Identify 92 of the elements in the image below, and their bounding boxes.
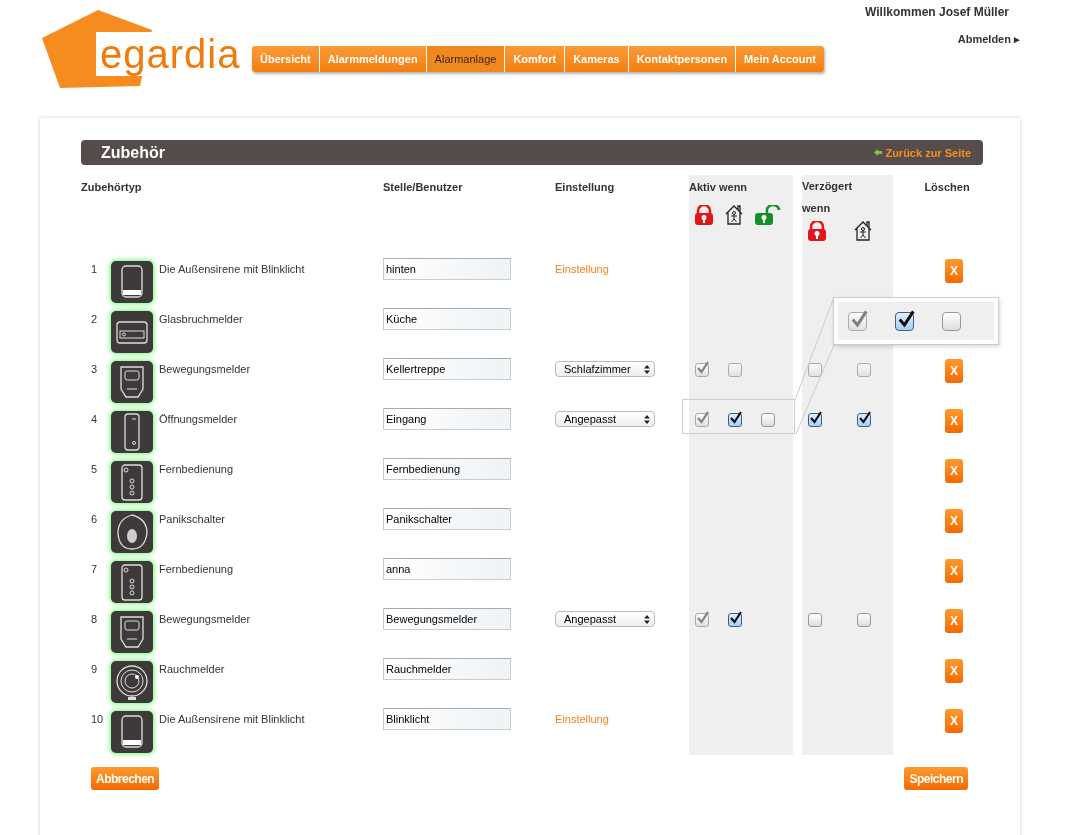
delete-button[interactable]: X <box>945 659 963 683</box>
device-name: Panikschalter <box>159 512 227 527</box>
row-number: 5 <box>90 462 99 477</box>
row-number: 10 <box>90 712 105 727</box>
checkbox[interactable] <box>857 613 871 627</box>
location-field[interactable]: Küche <box>383 308 511 330</box>
location-field[interactable]: anna <box>383 558 511 580</box>
location-field[interactable]: hinten <box>383 258 511 280</box>
row-number: 6 <box>90 512 99 527</box>
nav-tab[interactable]: Kameras <box>565 46 629 72</box>
checkbox[interactable] <box>808 613 822 627</box>
remote-device-icon <box>111 461 153 503</box>
row-number: 7 <box>90 562 99 577</box>
nav-tab[interactable]: Alarmanlage <box>426 46 506 72</box>
location-field[interactable]: Blinklicht <box>383 708 511 730</box>
updown-arrows-icon <box>644 614 650 624</box>
checkbox[interactable] <box>857 413 871 427</box>
column-header: Löschen <box>923 180 971 193</box>
delete-button[interactable]: X <box>945 409 963 433</box>
column-header: Stelle/Benutzer <box>383 180 464 195</box>
delete-button[interactable]: X <box>945 709 963 733</box>
nav-tab[interactable]: Übersicht <box>252 46 320 72</box>
cancel-button[interactable]: Abbrechen <box>91 767 160 790</box>
checkbox[interactable] <box>728 613 742 627</box>
checkbox[interactable] <box>808 413 822 427</box>
delete-button[interactable]: X <box>945 509 963 533</box>
nav-tab[interactable]: Mein Account <box>736 46 824 72</box>
location-field[interactable]: Rauchmelder <box>383 658 511 680</box>
location-field[interactable]: Eingang <box>383 408 511 430</box>
column-header: Aktiv wenn <box>689 180 749 193</box>
device-name: Fernbedienung <box>159 462 234 477</box>
nav-tab[interactable]: Alarmmeldungen <box>319 46 427 72</box>
row-number: 8 <box>90 612 99 627</box>
delete-button[interactable]: X <box>945 259 963 283</box>
location-field[interactable]: Bewegungsmelder <box>383 608 511 630</box>
smoke-device-icon <box>111 661 153 703</box>
device-name: Fernbedienung <box>159 562 234 577</box>
mode-dropdown[interactable]: Angepasst <box>555 611 655 627</box>
checkbox[interactable] <box>942 311 961 331</box>
delete-button[interactable]: X <box>945 359 963 383</box>
row-number: 9 <box>90 662 99 677</box>
device-name: Bewegungsmelder <box>159 612 252 627</box>
motion-device-icon <box>111 361 153 403</box>
row-number: 1 <box>90 262 99 277</box>
device-name: Glasbruchmelder <box>159 312 244 327</box>
lock-icon <box>808 221 826 241</box>
row-number: 4 <box>90 412 99 427</box>
row-number: 3 <box>90 362 99 377</box>
contact-device-icon <box>111 411 153 453</box>
device-name: Rauchmelder <box>159 662 226 677</box>
location-field[interactable]: Fernbedienung <box>383 458 511 480</box>
motion-device-icon <box>111 611 153 653</box>
settings-link[interactable]: Einstellung <box>555 705 689 725</box>
welcome-text: Willkommen Josef Müller <box>865 5 1009 19</box>
nav-tab[interactable]: Komfort <box>505 46 566 72</box>
row-number: 2 <box>90 312 99 327</box>
updown-arrows-icon <box>644 364 650 374</box>
device-name: Die Außensirene mit Blinklicht <box>159 262 306 277</box>
location-field[interactable]: Kellertreppe <box>383 358 511 380</box>
mode-dropdown[interactable]: Angepasst <box>555 411 655 427</box>
siren-device-icon <box>111 711 153 753</box>
column-header: Zubehörtyp <box>81 180 143 195</box>
updown-arrows-icon <box>644 414 650 424</box>
logo: egardia <box>96 32 243 76</box>
back-link[interactable]: Zurück zur Seite <box>874 146 971 159</box>
logout-link[interactable]: Abmelden ▸ <box>957 33 1020 46</box>
delete-button[interactable]: X <box>945 459 963 483</box>
device-name: Die Außensirene mit Blinklicht <box>159 712 306 727</box>
column-header: Einstellung <box>555 180 616 195</box>
device-name: Bewegungsmelder <box>159 362 252 377</box>
checkbox[interactable] <box>895 311 914 331</box>
house-icon <box>725 205 743 225</box>
delete-button[interactable]: X <box>945 559 963 583</box>
save-button[interactable]: Speichern <box>904 767 968 790</box>
panic-device-icon <box>111 511 153 553</box>
checkbox[interactable] <box>728 413 742 427</box>
column-header: Verzögert wenn <box>802 179 854 216</box>
location-field[interactable]: Panikschalter <box>383 508 511 530</box>
unlock-icon <box>755 205 781 225</box>
arrow-icon <box>874 149 883 156</box>
mode-dropdown[interactable]: Schlafzimmer <box>555 361 655 377</box>
glass-device-icon <box>111 311 153 353</box>
checkbox[interactable] <box>761 413 775 427</box>
nav-tab[interactable]: Kontaktpersonen <box>628 46 737 72</box>
settings-link[interactable]: Einstellung <box>555 255 689 275</box>
siren-device-icon <box>111 261 153 303</box>
delete-button[interactable]: X <box>945 609 963 633</box>
house-icon <box>854 221 872 241</box>
panel-title: Zubehör <box>101 143 165 162</box>
remote-device-icon <box>111 561 153 603</box>
device-name: Öffnungsmelder <box>159 412 239 427</box>
lock-icon <box>695 205 713 225</box>
